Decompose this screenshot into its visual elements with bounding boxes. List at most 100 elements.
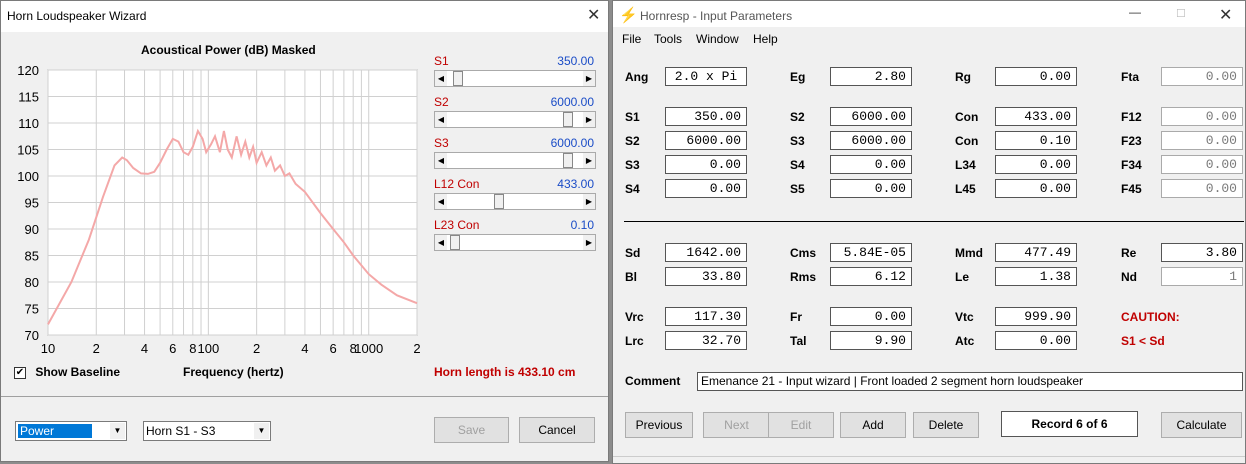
calculate-button[interactable]: Calculate	[1161, 412, 1242, 438]
param-field[interactable]: 0.10	[995, 131, 1077, 150]
slider-value: 0.10	[570, 218, 594, 232]
horn-segment-select[interactable]: Horn S1 - S3 ▼	[143, 421, 271, 441]
param-field[interactable]: 1642.00	[665, 243, 747, 262]
slider-track[interactable]: ◀ ▶	[434, 152, 596, 169]
param-field[interactable]: 1.38	[995, 267, 1077, 286]
param-label: Fta	[1121, 70, 1139, 84]
param-field[interactable]: 32.70	[665, 331, 747, 350]
edit-button[interactable]: Edit	[768, 412, 834, 438]
param-field[interactable]: 6000.00	[665, 131, 747, 150]
next-button[interactable]: Next	[703, 412, 770, 438]
param-field[interactable]: 6000.00	[830, 131, 912, 150]
param-field[interactable]: 33.80	[665, 267, 747, 286]
horn-length-text: Horn length is 433.10 cm	[434, 365, 576, 379]
param-label: Cms	[790, 246, 817, 260]
slider-thumb[interactable]	[453, 71, 464, 86]
param-label: Re	[1121, 246, 1137, 260]
checkbox-check-icon: ✔	[14, 366, 26, 379]
slider-track[interactable]: ◀ ▶	[434, 70, 596, 87]
arrow-right-icon[interactable]: ▶	[583, 71, 595, 86]
maximize-icon[interactable]: ☐	[1176, 7, 1186, 20]
record-indicator: Record 6 of 6	[1001, 411, 1138, 437]
arrow-left-icon[interactable]: ◀	[435, 235, 447, 250]
param-field[interactable]: 0.00	[665, 179, 747, 198]
param-field[interactable]: 0.00	[830, 179, 912, 198]
param-label: S4	[790, 158, 805, 172]
param-field[interactable]: 6.12	[830, 267, 912, 286]
param-field[interactable]: 0.00	[1161, 67, 1243, 86]
show-baseline-checkbox[interactable]: ✔ Show Baseline	[14, 365, 120, 379]
arrow-right-icon[interactable]: ▶	[583, 194, 595, 209]
x-tick-label: 2	[413, 341, 420, 356]
arrow-right-icon[interactable]: ▶	[583, 235, 595, 250]
param-label: F12	[1121, 110, 1142, 124]
arrow-right-icon[interactable]: ▶	[583, 112, 595, 127]
arrow-left-icon[interactable]: ◀	[435, 71, 447, 86]
param-field[interactable]: 1	[1161, 267, 1243, 286]
arrow-left-icon[interactable]: ◀	[435, 194, 447, 209]
param-field[interactable]: 477.49	[995, 243, 1077, 262]
slider-thumb[interactable]	[562, 112, 573, 127]
param-field[interactable]: 0.00	[1161, 179, 1243, 198]
menu-help[interactable]: Help	[753, 32, 778, 46]
arrow-left-icon[interactable]: ◀	[435, 112, 447, 127]
slider-value: 433.00	[557, 177, 594, 191]
menu-window[interactable]: Window	[696, 32, 739, 46]
chart-type-value: Power	[18, 424, 93, 438]
slider-thumb[interactable]	[562, 153, 573, 168]
slider-track[interactable]: ◀ ▶	[434, 111, 596, 128]
param-field[interactable]: 0.00	[830, 155, 912, 174]
param-label: Mmd	[955, 246, 983, 260]
param-field[interactable]: 2.0 x Pi	[665, 67, 747, 86]
y-tick-label: 120	[17, 63, 39, 78]
chevron-down-icon[interactable]: ▼	[110, 423, 125, 439]
save-button[interactable]: Save	[434, 417, 509, 443]
minimize-icon[interactable]: —	[1129, 5, 1141, 19]
param-field[interactable]: 5.84E-05	[830, 243, 912, 262]
slider-track[interactable]: ◀ ▶	[434, 234, 596, 251]
slider-label: S3	[434, 136, 449, 150]
menu-file[interactable]: File	[622, 32, 641, 46]
chart-type-select[interactable]: Power ▼	[15, 421, 127, 441]
param-field[interactable]: 9.90	[830, 331, 912, 350]
param-label: F23	[1121, 134, 1142, 148]
param-field[interactable]: 0.00	[995, 331, 1077, 350]
menu-tools[interactable]: Tools	[654, 32, 682, 46]
x-tick-label: 4	[301, 341, 308, 356]
delete-button[interactable]: Delete	[913, 412, 979, 438]
param-field[interactable]: 3.80	[1161, 243, 1243, 262]
param-field[interactable]: 0.00	[1161, 155, 1243, 174]
param-label: Atc	[955, 334, 975, 348]
param-field[interactable]: 0.00	[1161, 107, 1243, 126]
param-field[interactable]: 0.00	[995, 155, 1077, 174]
add-button[interactable]: Add	[840, 412, 906, 438]
wizard-titlebar: Horn Loudspeaker Wizard ✕	[1, 1, 608, 32]
param-field[interactable]: 6000.00	[830, 107, 912, 126]
previous-button[interactable]: Previous	[625, 412, 693, 438]
arrow-left-icon[interactable]: ◀	[435, 153, 447, 168]
param-field[interactable]: 117.30	[665, 307, 747, 326]
param-field[interactable]: 433.00	[995, 107, 1077, 126]
param-field[interactable]: 2.80	[830, 67, 912, 86]
comment-field[interactable]: Emenance 21 - Input wizard | Front loade…	[697, 372, 1243, 391]
param-label: L34	[955, 158, 976, 172]
chevron-down-icon[interactable]: ▼	[254, 423, 269, 439]
param-field[interactable]: 0.00	[995, 179, 1077, 198]
hornresp-close-icon[interactable]: ✕	[1219, 5, 1232, 25]
wizard-close-icon[interactable]: ✕	[587, 5, 600, 25]
slider-track[interactable]: ◀ ▶	[434, 193, 596, 210]
y-tick-label: 90	[25, 222, 39, 237]
slider-thumb[interactable]	[449, 235, 460, 250]
param-field[interactable]: 0.00	[1161, 131, 1243, 150]
y-tick-label: 115	[18, 90, 39, 105]
param-label: L45	[955, 182, 976, 196]
arrow-right-icon[interactable]: ▶	[583, 153, 595, 168]
param-field[interactable]: 0.00	[995, 67, 1077, 86]
param-field[interactable]: 999.90	[995, 307, 1077, 326]
lightning-icon: ⚡	[619, 7, 638, 24]
param-field[interactable]: 0.00	[830, 307, 912, 326]
slider-thumb[interactable]	[493, 194, 504, 209]
param-field[interactable]: 350.00	[665, 107, 747, 126]
param-field[interactable]: 0.00	[665, 155, 747, 174]
cancel-button[interactable]: Cancel	[519, 417, 595, 443]
